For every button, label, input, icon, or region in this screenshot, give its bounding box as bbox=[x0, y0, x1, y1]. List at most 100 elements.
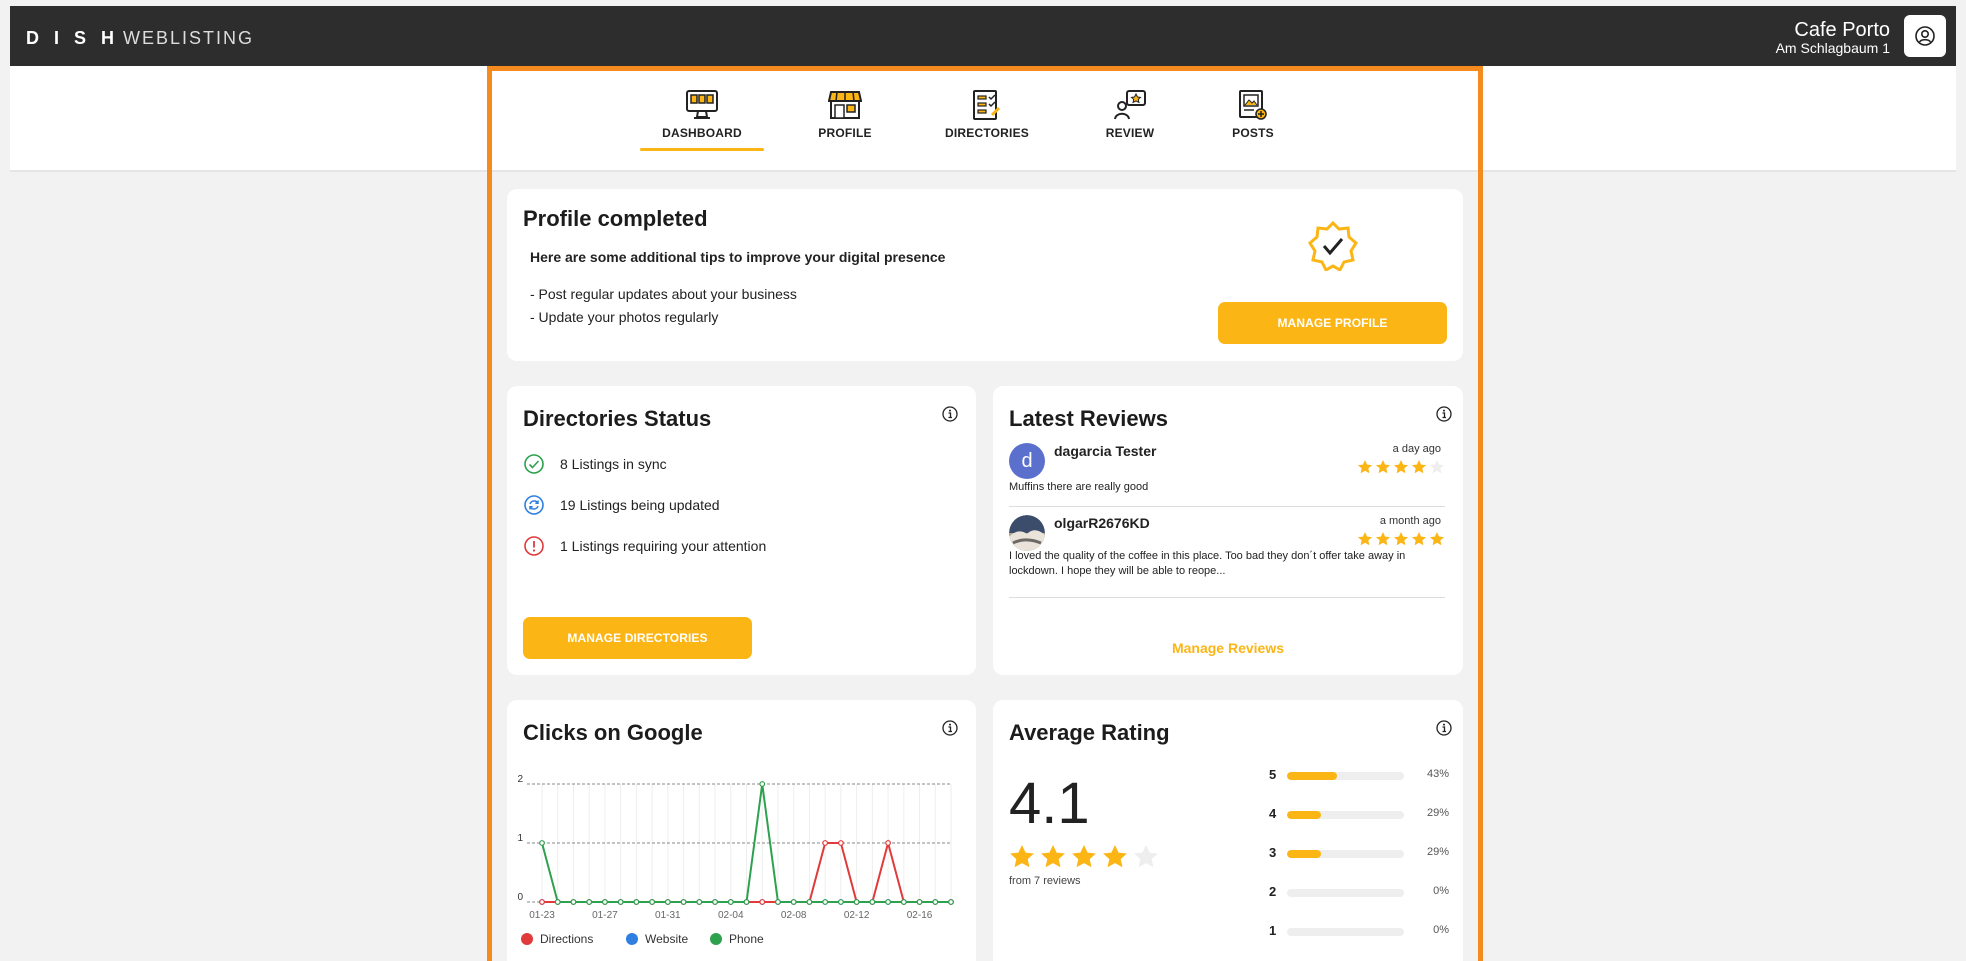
profile-card: Profile completed Here are some addition… bbox=[507, 189, 1463, 361]
data-point bbox=[680, 899, 687, 905]
data-point bbox=[602, 899, 608, 905]
alert-circle-icon bbox=[524, 536, 544, 556]
rating-star-label: 3 bbox=[1269, 845, 1277, 860]
rating-star-label: 2 bbox=[1269, 884, 1277, 899]
directory-status-text: 19 Listings being updated bbox=[560, 497, 720, 513]
average-rating-card: Average Rating 4.1 from 7 reviews 5 43% … bbox=[993, 700, 1463, 961]
rating-title: Average Rating bbox=[1009, 720, 1170, 745]
review-author: olgarR2676KD bbox=[1054, 515, 1150, 531]
brand-bold: D I S H bbox=[26, 28, 120, 48]
manage-profile-button[interactable]: MANAGE PROFILE bbox=[1218, 302, 1447, 344]
rating-distribution-row: 1 0% bbox=[1269, 923, 1449, 939]
rating-bar-fill bbox=[1287, 811, 1321, 819]
rating-percent: 43% bbox=[1426, 768, 1449, 780]
review-author: dagarcia Tester bbox=[1054, 443, 1157, 459]
data-point bbox=[570, 899, 577, 905]
legend-label: Website bbox=[645, 932, 688, 946]
data-point bbox=[633, 899, 640, 905]
data-point bbox=[696, 899, 703, 905]
review-time: a day ago bbox=[1392, 443, 1441, 455]
star-filled-icon bbox=[1429, 532, 1445, 546]
avatar: d bbox=[1009, 443, 1045, 479]
data-point bbox=[775, 899, 781, 905]
data-point bbox=[853, 899, 860, 905]
review-time: a month ago bbox=[1379, 515, 1441, 527]
data-point bbox=[900, 899, 907, 905]
clicks-card: Clicks on Google 0 1 2 01-23 01-27 01-31 02-04… bbox=[507, 700, 976, 961]
info-icon[interactable] bbox=[942, 720, 958, 736]
rating-bar-track bbox=[1287, 928, 1404, 936]
manage-reviews-link[interactable]: Manage Reviews bbox=[993, 640, 1463, 656]
data-point bbox=[617, 899, 624, 905]
star-filled-icon bbox=[1411, 532, 1427, 546]
review-text: Muffins there are really good bbox=[1009, 481, 1149, 493]
data-point bbox=[790, 899, 797, 905]
reviews-title: Latest Reviews bbox=[1009, 406, 1168, 431]
rating-bar-track bbox=[1287, 811, 1404, 819]
store-info: Cafe Porto Am Schlagbaum 1 bbox=[1776, 20, 1890, 56]
average-rating-value: 4.1 bbox=[1009, 771, 1090, 836]
star-filled-icon bbox=[1411, 460, 1427, 474]
data-point bbox=[586, 899, 593, 905]
legend-label: Phone bbox=[729, 932, 764, 946]
x-tick-label: 02-04 bbox=[718, 910, 744, 921]
rating-distribution-row: 3 29% bbox=[1269, 845, 1449, 861]
info-icon[interactable] bbox=[1436, 406, 1452, 422]
x-tick-label: 02-12 bbox=[844, 910, 870, 921]
divider bbox=[1009, 597, 1445, 598]
store-address: Am Schlagbaum 1 bbox=[1775, 40, 1890, 56]
star-filled-icon bbox=[1393, 460, 1409, 474]
star-filled-icon bbox=[1375, 532, 1391, 546]
data-point bbox=[885, 899, 891, 905]
star-filled-icon bbox=[1072, 845, 1096, 868]
data-point bbox=[822, 840, 829, 846]
data-point bbox=[806, 899, 813, 905]
info-icon[interactable] bbox=[942, 406, 958, 422]
brand-light: WEBLISTING bbox=[123, 28, 255, 48]
divider bbox=[1009, 506, 1445, 507]
info-icon[interactable] bbox=[1436, 720, 1452, 736]
data-point bbox=[727, 899, 734, 905]
y-tick-label: 1 bbox=[517, 833, 523, 844]
profile-title: Profile completed bbox=[523, 206, 708, 231]
data-point bbox=[712, 899, 718, 905]
rating-percent: 29% bbox=[1426, 807, 1449, 819]
clicks-line-chart: 0 1 2 01-23 01-27 01-31 02-04 02-08 02-12 02-16 Di… bbox=[517, 774, 954, 946]
check-circle-icon bbox=[524, 454, 544, 474]
star-filled-icon bbox=[1393, 532, 1409, 546]
directory-status-row: 8 Listings in sync bbox=[523, 452, 667, 476]
star-filled-icon bbox=[1041, 845, 1065, 868]
x-tick-label: 01-27 bbox=[592, 910, 618, 921]
manage-directories-button[interactable]: MANAGE DIRECTORIES bbox=[523, 617, 752, 659]
x-tick-label: 01-23 bbox=[529, 910, 555, 921]
review-item[interactable]: olgarR2676KD a month ago I loved the qua… bbox=[1009, 515, 1445, 587]
data-point bbox=[948, 899, 954, 905]
user-menu-button[interactable] bbox=[1904, 15, 1946, 57]
latest-reviews-card: Latest Reviews d dagarcia Tester a day a… bbox=[993, 386, 1463, 675]
directory-status-text: 1 Listings requiring your attention bbox=[560, 538, 767, 554]
star-empty-icon bbox=[1429, 460, 1445, 474]
star-filled-icon bbox=[1357, 532, 1373, 546]
data-point bbox=[837, 899, 844, 905]
data-point bbox=[539, 899, 545, 905]
sync-circle-icon bbox=[524, 495, 544, 515]
star-filled-icon bbox=[1357, 460, 1373, 474]
brand-logo[interactable]: D I S H WEBLISTING bbox=[26, 28, 254, 49]
rating-percent: 0% bbox=[1433, 924, 1449, 936]
data-point bbox=[759, 781, 766, 787]
rating-star-label: 4 bbox=[1269, 806, 1277, 821]
legend-label: Directions bbox=[540, 932, 593, 946]
tips-title: Here are some additional tips to improve… bbox=[530, 249, 946, 265]
rating-bar-track bbox=[1287, 772, 1404, 780]
data-point bbox=[869, 899, 876, 905]
user-circle-icon bbox=[1915, 26, 1935, 46]
legend-marker bbox=[626, 933, 638, 945]
rating-percent: 29% bbox=[1426, 846, 1449, 858]
directory-status-row: 1 Listings requiring your attention bbox=[523, 534, 766, 558]
data-point bbox=[932, 899, 939, 905]
rating-percent: 0% bbox=[1433, 885, 1449, 897]
directories-title: Directories Status bbox=[523, 406, 712, 431]
verified-badge-icon bbox=[1308, 221, 1358, 271]
x-tick-label: 01-31 bbox=[655, 910, 681, 921]
review-item[interactable]: d dagarcia Tester a day ago Muffins ther… bbox=[1009, 443, 1445, 503]
